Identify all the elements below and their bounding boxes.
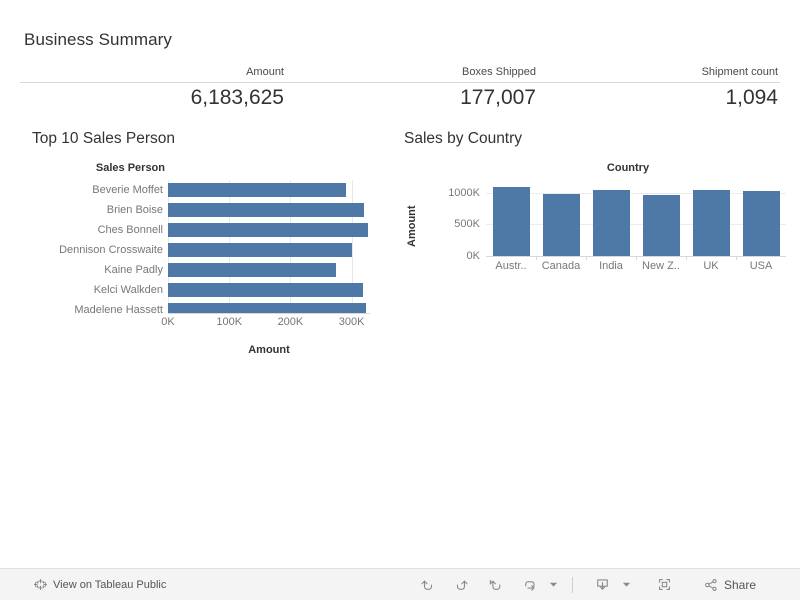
tableau-logo-icon — [34, 578, 47, 591]
axis-tick-label: Canada — [541, 260, 581, 272]
axis-tick-label: 500K — [454, 218, 480, 231]
axis-tick-mark — [686, 256, 687, 260]
bottom-toolbar: View on Tableau Public Share — [0, 568, 800, 600]
bar-row-label: Ches Bonnell — [97, 224, 163, 236]
fullscreen-icon — [656, 576, 673, 593]
axis-tick-label: UK — [703, 260, 719, 272]
axis-tick-mark — [736, 256, 737, 260]
axis-tick-label: 1000K — [448, 186, 480, 199]
bar-row[interactable]: Madelene Hassett — [20, 300, 370, 313]
toolbar-actions: Share — [410, 569, 762, 600]
axis-tick-mark — [536, 256, 537, 260]
kpi-shipment-count[interactable]: Shipment count 1,094 — [538, 64, 780, 112]
page-title: Business Summary — [24, 30, 173, 49]
redo-button[interactable] — [444, 569, 478, 600]
share-button[interactable]: Share — [695, 569, 762, 600]
sheet-title-top-sales-person: Top 10 Sales Person — [32, 130, 176, 147]
left-chart-plot-area: Beverie Moffet Brien Boise Ches Bonnell Den… — [20, 180, 370, 313]
bar[interactable] — [492, 186, 530, 256]
bar[interactable] — [592, 190, 630, 256]
sheet-title-sales-by-country: Sales by Country — [404, 130, 523, 147]
chart-sales-by-country: Country Amount 0K 500K 1000K Austr.. Canada… — [400, 162, 790, 302]
bar-row[interactable]: Ches Bonnell — [20, 220, 370, 240]
refresh-dropdown-caret[interactable] — [546, 569, 560, 600]
bar-row-label: Kaine Padly — [104, 264, 163, 276]
download-dropdown-caret[interactable] — [619, 569, 633, 600]
share-label: Share — [724, 577, 757, 592]
bar[interactable] — [168, 223, 368, 237]
redo-icon — [453, 576, 470, 593]
view-on-tableau-public-label: View on Tableau Public — [53, 578, 167, 591]
download-icon — [594, 576, 611, 593]
left-chart-axis-title: Amount — [248, 344, 290, 356]
bar-row[interactable]: Kaine Padly — [20, 260, 370, 280]
axis-tick-label: USA — [749, 260, 773, 272]
bar[interactable] — [642, 194, 680, 256]
kpi-amount[interactable]: Amount 6,183,625 — [20, 64, 286, 112]
axis-tick-label: 300K — [338, 316, 365, 328]
right-chart-axis-title: Amount — [406, 205, 418, 247]
axis-tick-label: 0K — [161, 316, 175, 328]
kpi-amount-value: 6,183,625 — [190, 86, 284, 109]
bar-row[interactable]: Dennison Crosswaite — [20, 240, 370, 260]
kpi-summary-row: Amount 6,183,625 Boxes Shipped 177,007 S… — [20, 64, 780, 112]
bar-row-label: Brien Boise — [106, 204, 163, 216]
bar-row[interactable]: Beverie Moffet — [20, 180, 370, 200]
bar[interactable] — [168, 263, 337, 277]
axis-tick-label: 100K — [216, 316, 243, 328]
axis-tick-label: New Z.. — [642, 260, 680, 272]
kpi-boxes-shipped-label: Boxes Shipped — [462, 66, 536, 78]
bar[interactable] — [168, 243, 352, 257]
bar[interactable] — [168, 203, 364, 217]
chevron-down-icon — [549, 580, 558, 589]
bar-row-label: Dennison Crosswaite — [59, 244, 163, 256]
axis-tick-mark — [586, 256, 587, 260]
right-chart-plot-area — [486, 180, 786, 256]
axis-tick-label: 200K — [277, 316, 304, 328]
kpi-shipment-count-label: Shipment count — [701, 66, 778, 78]
bar[interactable] — [542, 194, 580, 256]
kpi-boxes-shipped[interactable]: Boxes Shipped 177,007 — [286, 64, 538, 112]
share-nodes-icon — [703, 577, 719, 593]
kpi-boxes-shipped-value: 177,007 — [460, 86, 536, 109]
bar-row-label: Kelci Walkden — [93, 284, 163, 296]
refresh-icon — [521, 576, 538, 593]
left-chart-field-label: Sales Person — [95, 162, 165, 174]
bar-row[interactable]: Kelci Walkden — [20, 280, 370, 300]
bar-row-label: Madelene Hassett — [74, 304, 163, 313]
refresh-button[interactable] — [512, 569, 546, 600]
bar-row-label: Beverie Moffet — [92, 184, 163, 196]
fullscreen-button[interactable] — [647, 569, 681, 600]
kpi-shipment-count-value: 1,094 — [725, 86, 778, 109]
bar[interactable] — [168, 183, 346, 197]
download-button[interactable] — [585, 569, 619, 600]
revert-icon — [487, 576, 504, 593]
bar[interactable] — [742, 190, 780, 256]
view-on-tableau-public-link[interactable]: View on Tableau Public — [34, 569, 166, 600]
right-chart-field-label: Country — [606, 162, 650, 174]
dashboard-canvas: Business Summary Amount 6,183,625 Boxes … — [0, 0, 800, 568]
bar-row[interactable]: Brien Boise — [20, 200, 370, 220]
axis-tick-mark — [636, 256, 637, 260]
revert-button[interactable] — [478, 569, 512, 600]
bar[interactable] — [692, 189, 730, 256]
undo-button[interactable] — [410, 569, 444, 600]
axis-tick-label: India — [599, 260, 623, 272]
chevron-down-icon — [622, 580, 631, 589]
bar[interactable] — [168, 283, 363, 297]
undo-icon — [419, 576, 436, 593]
axis-tick-label: Austr.. — [495, 260, 527, 272]
kpi-amount-label: Amount — [246, 66, 284, 78]
bar[interactable] — [168, 303, 366, 313]
axis-tick-label: 0K — [466, 250, 480, 262]
chart-top-sales-person: Sales Person Beverie Moffet Brien Boise Ch… — [20, 162, 370, 362]
toolbar-divider — [572, 576, 573, 593]
left-chart-axis-line — [168, 313, 370, 314]
